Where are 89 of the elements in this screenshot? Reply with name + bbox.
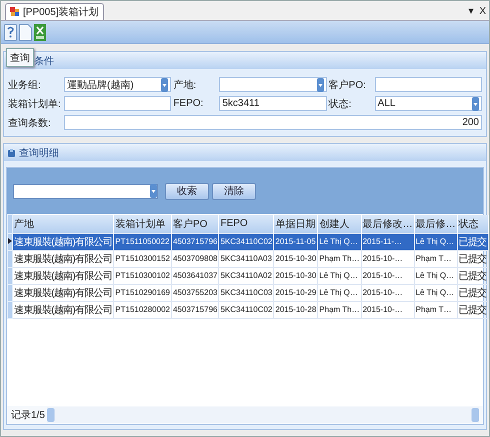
toolbar-button[interactable]: 清除 — [212, 182, 256, 200]
table-cell: PT1510290169 — [114, 284, 172, 301]
table-cell: 已提交 — [457, 284, 488, 301]
table-cell: Lê Thị Q… — [318, 267, 362, 284]
table-cell: 4503715796 — [171, 301, 219, 318]
input-field[interactable]: 5kc3411 — [219, 96, 327, 111]
field-label: 客户PO: — [328, 78, 367, 92]
table-cell: PT1510280002 — [114, 301, 172, 318]
column-header[interactable]: 单据日期 — [274, 214, 318, 233]
table-cell: Lê Thị Q… — [414, 267, 458, 284]
table-cell: 2015-10-… — [361, 284, 414, 301]
table-cell: 已提交 — [457, 250, 488, 267]
table-cell: 2015-10-… — [361, 301, 414, 318]
column-header[interactable]: 装箱计划单 — [114, 214, 172, 233]
table-cell: Phạm T… — [414, 250, 458, 267]
column-header[interactable]: 最后修… — [414, 214, 458, 233]
column-header[interactable]: 最后修改… — [361, 214, 414, 233]
table-cell: 2015-10-28 — [274, 301, 318, 318]
dropdown-field[interactable]: 運動品牌(越南) — [64, 77, 172, 92]
table-cell: 2015-10-30 — [274, 250, 318, 267]
table-cell: 速東服裝(越南)有限公司 — [12, 301, 114, 318]
table-cell: PT1510300152 — [114, 250, 172, 267]
table-cell: 速東服裝(越南)有限公司 — [12, 233, 114, 250]
dropdown-field[interactable]: ALL — [374, 96, 482, 111]
table-cell: 5KC34110A03 — [218, 250, 274, 267]
table-cell: 5KC34110C02 — [218, 301, 274, 318]
table-cell: 5KC34110A02 — [218, 267, 274, 284]
table-cell: 4503709808 — [171, 250, 219, 267]
table-cell: 2015-10-… — [361, 267, 414, 284]
table-cell: Lê Thị Q… — [318, 233, 362, 250]
table-cell: Phạm Th… — [318, 250, 362, 267]
table-row[interactable]: 速東服裝(越南)有限公司 PT1510280002 4503715796 5KC34110C02 2015-10-28 Phạm Th… 2015-10-… Phạm T… 已提交 — [8, 301, 488, 318]
table-cell: Lê Thị Q… — [414, 284, 458, 301]
record-count: 记录1/5 — [11, 409, 45, 422]
spreadsheet-icon[interactable] — [34, 24, 46, 40]
table-row[interactable]: 速東服裝(越南)有限公司 PT1510300152 4503709808 5KC34110A03 2015-10-30 Phạm Th… 2015-10-… Phạm T… 已提交 — [8, 250, 488, 267]
table-cell: Phạm Th… — [318, 301, 362, 318]
input-field[interactable] — [374, 77, 482, 92]
dropdown-field[interactable] — [219, 77, 327, 92]
table-cell: 已提交 — [457, 233, 488, 250]
form-icon — [10, 7, 20, 17]
table-cell: PT1511050022 — [114, 233, 172, 250]
document-tab[interactable]: [PP005]装箱计划 — [5, 3, 104, 20]
table-row[interactable]: 速東服裝(越南)有限公司 PT1510290169 4503755203 5KC34110C03 2015-10-29 Lê Thị Q… 2015-10-… Lê Thị Q… 已提交 — [8, 284, 488, 301]
window-control[interactable]: X — [476, 6, 489, 20]
table-cell: PT1510300102 — [114, 267, 172, 284]
table-row[interactable]: 速東服裝(越南)有限公司 PT1510300102 4503641037 5KC34110A02 2015-10-30 Lê Thị Q… 2015-10-… Lê Thị Q… 已提交 — [8, 267, 488, 284]
table-cell: 速東服裝(越南)有限公司 — [12, 284, 114, 301]
table-cell: 5KC34110C03 — [218, 284, 274, 301]
column-header[interactable]: 产地 — [12, 214, 114, 233]
field-label: 状态: — [328, 98, 352, 110]
window-control[interactable]: ▾ — [465, 5, 476, 20]
table-cell: 4503641037 — [171, 267, 219, 284]
table-cell: 2015-10-30 — [274, 267, 318, 284]
table-cell: 速東服裝(越南)有限公司 — [12, 267, 114, 284]
horizontal-scrollbar[interactable] — [46, 407, 479, 423]
field-label: 装箱计划单: — [8, 98, 62, 110]
table-cell: 4503715796 — [171, 233, 219, 250]
field-label: 产地: — [173, 78, 198, 92]
panel-icon — [8, 148, 15, 156]
field-label: FEPO: — [173, 98, 204, 109]
field-label: 业务组: — [8, 78, 42, 92]
table-cell: 已提交 — [457, 301, 488, 318]
column-header[interactable]: 状态 — [457, 214, 488, 233]
table-cell: 4503755203 — [171, 284, 219, 301]
table-cell: Lê Thị Q… — [318, 284, 362, 301]
document-icon[interactable] — [19, 24, 32, 40]
help-document-icon[interactable] — [4, 24, 17, 40]
table-cell: 速東服裝(越南)有限公司 — [12, 250, 114, 267]
column-header[interactable]: FEPO — [218, 214, 274, 233]
table-row[interactable]: 速東服裝(越南)有限公司 PT1511050022 4503715796 5KC34110C02 2015-11-05 Lê Thị Q… 2015-11-… Lê Thị Q… 已提交 — [8, 233, 488, 250]
column-header[interactable]: 客户PO — [171, 214, 219, 233]
table-cell: Lê Thị Q… — [414, 233, 458, 250]
table-cell: 已提交 — [457, 267, 488, 284]
table-cell: 5KC34110C02 — [218, 233, 274, 250]
table-cell: 2015-11-… — [361, 233, 414, 250]
input-field[interactable]: 200 — [64, 115, 482, 130]
tooltip: 查询 — [6, 48, 34, 67]
toolbar-button[interactable]: 收索 — [165, 182, 209, 200]
search-dropdown[interactable] — [13, 184, 158, 198]
input-field[interactable] — [64, 96, 172, 111]
row-header — [8, 214, 12, 233]
field-label: 查询条数: — [8, 116, 52, 130]
panel-title: 查询明细 — [19, 146, 59, 160]
table-cell: Phạm T… — [414, 301, 458, 318]
table-cell: 2015-10-29 — [274, 284, 318, 301]
table-cell: 2015-11-05 — [274, 233, 318, 250]
column-header[interactable]: 创建人 — [318, 214, 362, 233]
table-cell: 2015-10-… — [361, 250, 414, 267]
